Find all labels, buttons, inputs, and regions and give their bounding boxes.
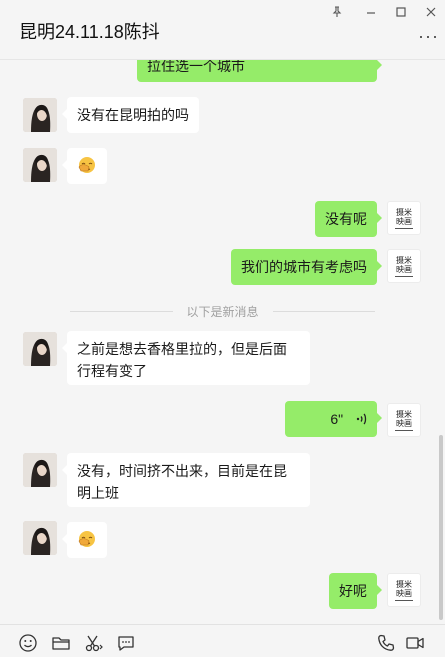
minimize-icon[interactable] [361, 4, 381, 20]
message-bubble-incoming[interactable] [62, 522, 107, 558]
pin-icon[interactable] [327, 4, 347, 20]
contact-avatar[interactable] [23, 453, 57, 487]
input-toolbar [0, 624, 445, 657]
my-avatar[interactable]: 摄米 映画 [387, 201, 421, 235]
chat-area: 拉住选一个城市 没有在昆明拍的吗 没有呢 摄米 映画 我们的城市有考虑吗 摄米 … [0, 60, 445, 624]
message-text: 没有呢 [325, 211, 367, 227]
message-bubble-outgoing[interactable]: 没有呢 [315, 201, 382, 237]
message-text: 之前是想去香格里拉的，但是后面行程有变了 [77, 341, 287, 379]
chat-header: 昆明24.11.18陈抖 ··· [0, 0, 445, 60]
my-avatar[interactable]: 摄米 映画 [387, 249, 421, 283]
close-icon[interactable] [421, 4, 441, 20]
folder-icon[interactable] [51, 633, 71, 653]
new-messages-divider: 以下是新消息 [70, 303, 376, 319]
message-bubble-incoming[interactable]: 没有，时间挤不出来，目前是在昆明上班 [62, 453, 310, 507]
message-text: 好呢 [339, 583, 367, 599]
message-text: 没有，时间挤不出来，目前是在昆明上班 [77, 463, 287, 501]
facepalm-emoji-icon [78, 531, 95, 547]
my-avatar[interactable]: 摄米 映画 [387, 403, 421, 437]
facepalm-emoji-icon [78, 157, 95, 173]
message-bubble-outgoing[interactable]: 我们的城市有考虑吗 [231, 249, 382, 285]
maximize-icon[interactable] [391, 4, 411, 20]
message-bubble-incoming[interactable] [62, 148, 107, 184]
chat-title: 昆明24.11.18陈抖 [19, 22, 160, 42]
my-avatar[interactable]: 摄米 映画 [387, 573, 421, 607]
voice-duration: 6" [330, 411, 344, 427]
contact-avatar[interactable] [23, 332, 57, 366]
message-text: 拉住选一个城市 [147, 60, 245, 74]
voice-wave-icon [356, 413, 367, 425]
chat-bubble-icon[interactable] [116, 633, 136, 653]
message-bubble-outgoing[interactable]: 拉住选一个城市 [137, 60, 382, 82]
more-options-icon[interactable]: ··· [418, 26, 439, 47]
message-text: 没有在昆明拍的吗 [77, 107, 189, 123]
message-bubble-incoming[interactable]: 没有在昆明拍的吗 [62, 97, 199, 133]
contact-avatar[interactable] [23, 521, 57, 555]
message-bubble-incoming[interactable]: 之前是想去香格里拉的，但是后面行程有变了 [62, 331, 310, 385]
message-bubble-outgoing[interactable]: 好呢 [329, 573, 382, 609]
video-call-icon[interactable] [405, 633, 425, 653]
voice-message-bubble[interactable]: 6" [285, 401, 382, 437]
phone-icon[interactable] [376, 633, 396, 653]
message-text: 我们的城市有考虑吗 [241, 259, 367, 275]
emoji-icon[interactable] [18, 633, 38, 653]
chat-scrollbar[interactable] [439, 435, 443, 620]
scissors-icon[interactable] [84, 633, 104, 653]
contact-avatar[interactable] [23, 98, 57, 132]
contact-avatar[interactable] [23, 148, 57, 182]
